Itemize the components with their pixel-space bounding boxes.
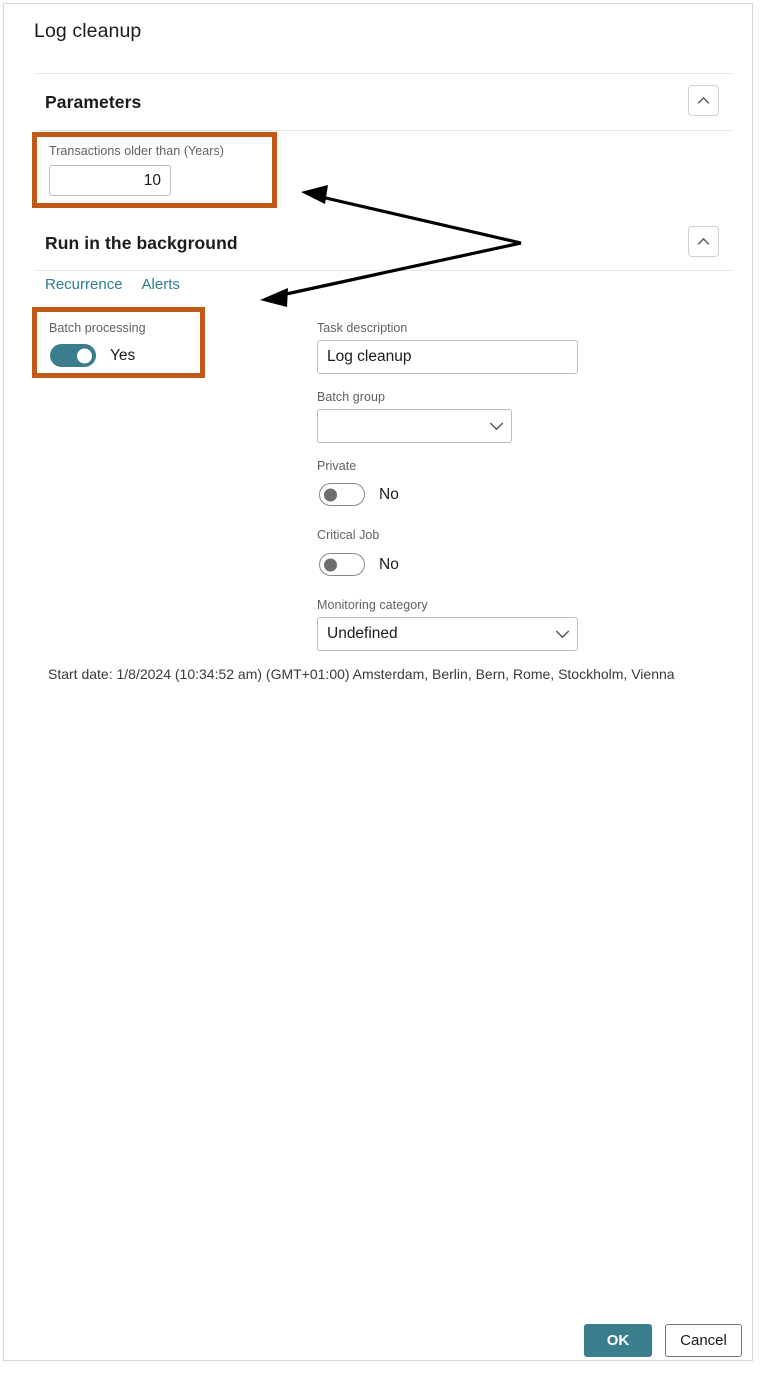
tab-alerts[interactable]: Alerts (142, 276, 180, 293)
tab-recurrence[interactable]: Recurrence (45, 276, 123, 293)
cancel-button[interactable]: Cancel (665, 1324, 742, 1357)
task-description-label: Task description (317, 321, 408, 335)
private-toggle-row: No (319, 483, 399, 506)
batch-processing-label: Batch processing (49, 321, 146, 335)
batch-group-label: Batch group (317, 390, 385, 404)
run-in-background-collapse-button[interactable] (688, 226, 719, 257)
monitoring-category-select[interactable]: Undefined (317, 617, 578, 651)
batch-processing-toggle[interactable] (50, 344, 96, 367)
background-tabs: Recurrence Alerts (45, 276, 180, 293)
transactions-older-than-label: Transactions older than (Years) (49, 144, 225, 158)
monitoring-category-label: Monitoring category (317, 598, 428, 612)
private-label: Private (317, 459, 357, 473)
critical-job-toggle[interactable] (319, 553, 365, 576)
chevron-down-icon (481, 421, 511, 431)
private-value: No (379, 485, 399, 503)
task-description-input[interactable] (317, 340, 578, 374)
chevron-down-icon (547, 629, 577, 639)
section-header-parameters: Parameters (45, 92, 142, 112)
parameters-bottom-divider (34, 130, 734, 131)
critical-job-toggle-row: No (319, 553, 399, 576)
batch-processing-toggle-row: Yes (50, 344, 135, 367)
section-header-run-in-background: Run in the background (45, 233, 238, 253)
start-date-text: Start date: 1/8/2024 (10:34:52 am) (GMT+… (48, 666, 675, 682)
batch-group-select[interactable] (317, 409, 512, 443)
critical-job-value: No (379, 555, 399, 573)
chevron-up-icon (697, 237, 710, 246)
parameters-collapse-button[interactable] (688, 85, 719, 116)
monitoring-category-value: Undefined (327, 625, 398, 642)
toggle-knob (324, 558, 337, 571)
dialog-title: Log cleanup (34, 20, 142, 42)
toggle-knob (77, 348, 92, 363)
toggle-knob (324, 488, 337, 501)
private-toggle[interactable] (319, 483, 365, 506)
batch-processing-value: Yes (110, 346, 136, 364)
chevron-up-icon (697, 96, 710, 105)
log-cleanup-dialog: Log cleanup Parameters Transactions olde… (3, 3, 753, 1361)
ok-button[interactable]: OK (584, 1324, 652, 1357)
critical-job-label: Critical Job (317, 528, 380, 542)
parameters-top-divider (34, 73, 734, 74)
run-in-background-divider (34, 270, 734, 271)
transactions-older-than-input[interactable] (49, 165, 171, 196)
